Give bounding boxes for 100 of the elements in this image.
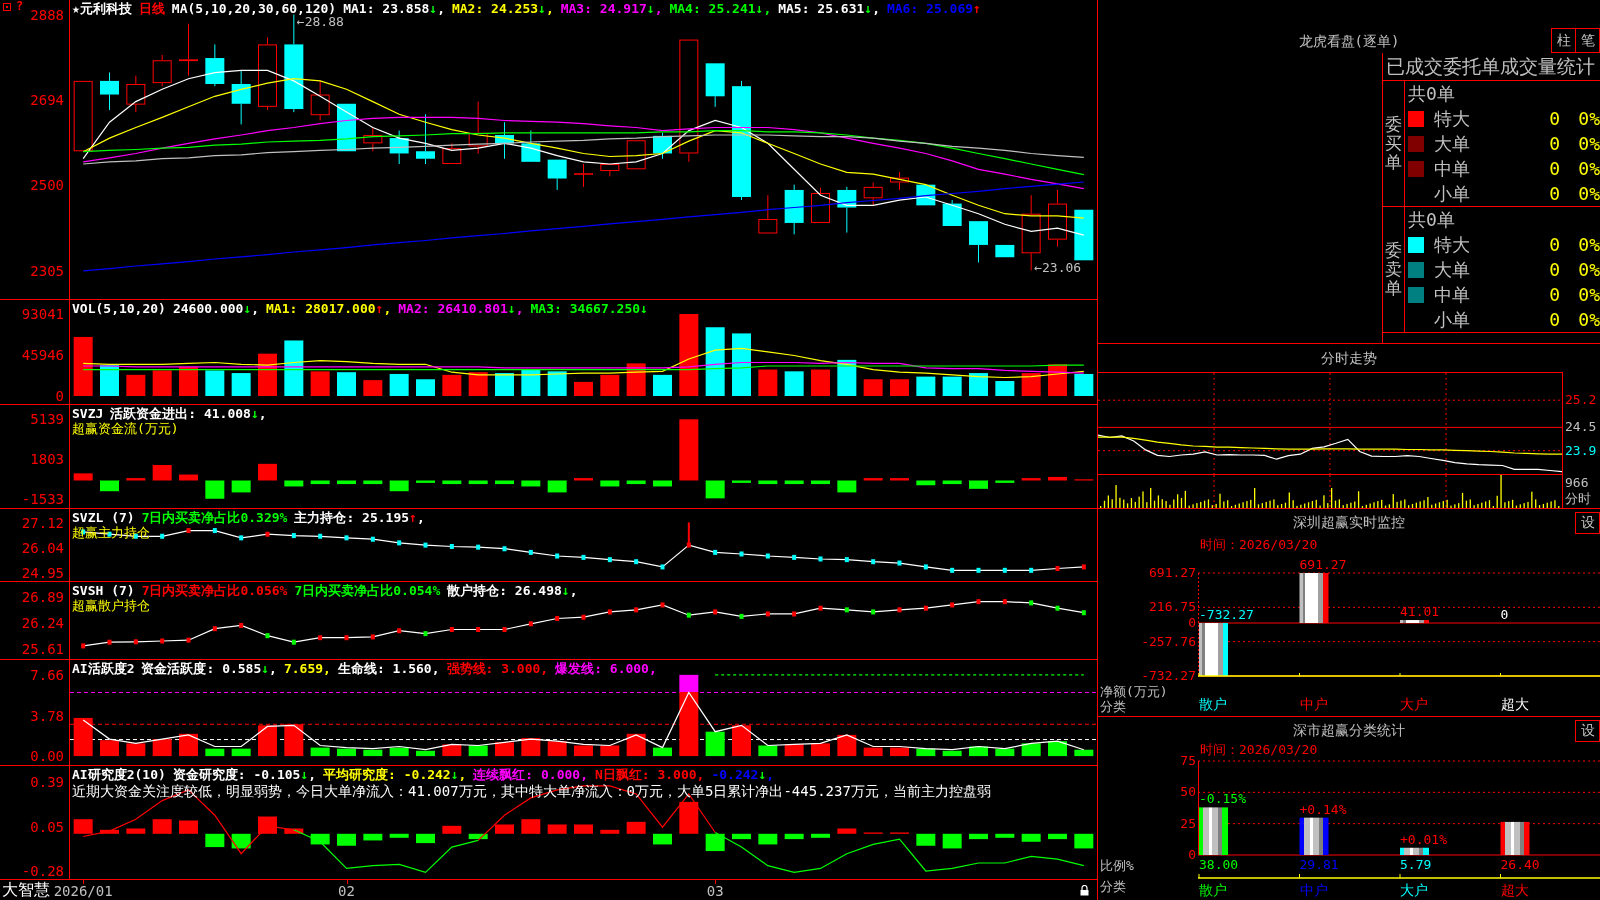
point (397, 540, 402, 546)
point (476, 544, 481, 550)
bar (626, 733, 646, 757)
axis-label: 75 (1180, 754, 1196, 768)
help-mark[interactable]: ? (16, 0, 24, 12)
legend-text: 7日内买卖净占比0.329% (141, 510, 288, 525)
category-label: 超大 (1499, 882, 1529, 898)
axis-label: 2305 (30, 263, 64, 278)
order-share: 0% (1578, 308, 1600, 332)
box-icon[interactable] (3, 3, 11, 11)
value-label: 38.00 (1198, 858, 1239, 872)
legend-text: ★元利科技 (72, 1, 132, 16)
bar (100, 480, 119, 492)
order-size-label: 大单 (1434, 132, 1470, 156)
legend-text: 爆发线: 6.000, (555, 661, 657, 676)
bar (1400, 847, 1429, 855)
bar (152, 465, 172, 481)
value-label: 26.40 (1499, 858, 1540, 872)
candlestick (679, 39, 699, 163)
point (291, 533, 296, 539)
point (239, 622, 244, 628)
lock-icon[interactable] (1080, 885, 1089, 896)
bar (837, 734, 857, 757)
axis-label: 26.89 (21, 589, 64, 604)
bar (784, 371, 804, 396)
bar (179, 366, 198, 396)
change-label: +0.14% (1299, 802, 1347, 817)
bar (416, 379, 435, 396)
axis-label: 2694 (30, 92, 64, 107)
view-toggle-button[interactable]: 笔 (1575, 28, 1600, 53)
view-toggle-button[interactable]: 柱 (1551, 28, 1576, 53)
value-label: -732.27 (1199, 608, 1254, 622)
bar (126, 374, 146, 396)
legend-text: AI活跃度2 (72, 661, 135, 676)
category-label: 散户 (1198, 696, 1227, 712)
point (107, 639, 112, 645)
bar (179, 733, 198, 757)
category-label: 中户 (1298, 882, 1328, 898)
bar (1021, 833, 1041, 842)
legend-text: AI研究度2(10) (72, 767, 166, 782)
bar (1048, 833, 1067, 840)
point (686, 542, 691, 548)
point (976, 599, 981, 605)
category-label: 大户 (1399, 882, 1428, 898)
bar (863, 478, 883, 481)
point (897, 560, 902, 566)
candlestick (1074, 209, 1094, 261)
bar (231, 373, 251, 396)
bar (389, 480, 409, 492)
panel-title: 分时走势 (1321, 350, 1377, 366)
bar (653, 747, 672, 757)
point (792, 611, 797, 617)
bar (468, 372, 488, 396)
bar (179, 474, 198, 481)
bar (705, 833, 725, 852)
category-label: 超大 (1499, 696, 1529, 712)
legend-text: 7日内买卖净占比0.056% (141, 583, 288, 598)
change-label: -0.15% (1199, 792, 1246, 807)
point (1081, 564, 1086, 570)
bar (679, 313, 699, 396)
settings-button[interactable]: 设 (1575, 720, 1600, 742)
bar (152, 739, 172, 757)
axis-label: 2500 (30, 178, 64, 193)
bar (521, 369, 541, 396)
order-share: 0% (1578, 132, 1600, 156)
point (686, 612, 691, 618)
point (160, 533, 165, 539)
bar (205, 370, 225, 396)
bar (574, 381, 593, 396)
point (607, 557, 612, 563)
order-count: 0 (1549, 283, 1560, 307)
bar (521, 738, 541, 757)
bar (574, 824, 593, 834)
order-size-label: 中单 (1434, 157, 1470, 181)
value-label: 0 (1500, 608, 1509, 622)
order-share: 0% (1578, 258, 1600, 282)
legend-text: 资金活跃度: 0.585↓, (141, 661, 277, 676)
candlestick (784, 184, 804, 235)
bar (784, 833, 804, 840)
axis-label: 0.00 (30, 749, 64, 764)
bar (1021, 478, 1041, 481)
bar (811, 369, 830, 396)
legend-text: 7日内买卖净占比0.054% (294, 583, 441, 598)
bar (337, 748, 356, 757)
bar (310, 747, 330, 757)
bar (600, 374, 620, 396)
point (318, 533, 323, 539)
date-label: 03 (706, 883, 724, 899)
candlestick (126, 75, 146, 113)
point (423, 542, 428, 548)
legend-text: 平均研究度: -0.242↓, (323, 767, 467, 782)
date-label: 02 (338, 883, 355, 899)
point (923, 564, 928, 570)
axis-label: 691.27 (1149, 566, 1196, 580)
point (765, 611, 770, 617)
order-share: 0% (1578, 283, 1600, 307)
axis-label: 7.66 (30, 667, 64, 682)
legend-text: 日线 (138, 1, 165, 16)
settings-button[interactable]: 设 (1575, 512, 1600, 534)
bar (416, 750, 435, 757)
